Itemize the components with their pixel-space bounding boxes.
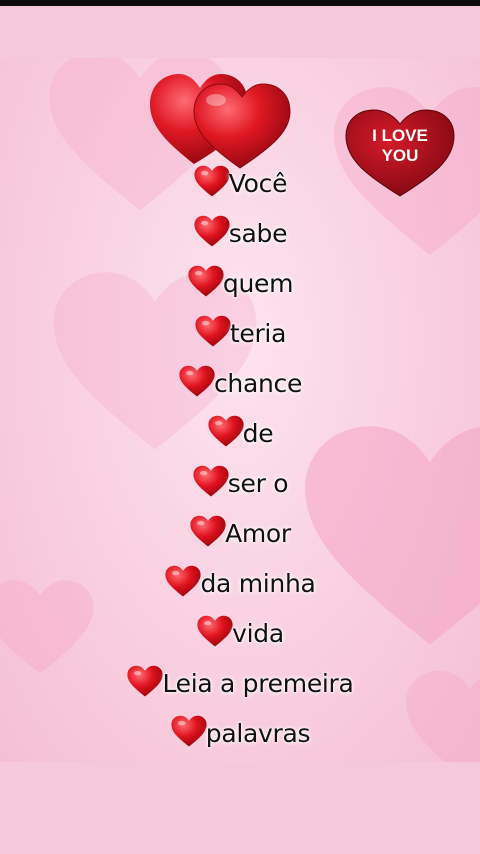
word-row: Amor bbox=[0, 508, 480, 558]
red-heart-icon bbox=[170, 715, 207, 752]
word-row: palavras bbox=[0, 708, 480, 758]
red-heart-icon bbox=[126, 665, 164, 702]
badge-line-1: I LOVE bbox=[372, 126, 428, 145]
word-text: teria bbox=[229, 318, 287, 348]
word-text: Amor bbox=[225, 518, 291, 548]
word-text: ser o bbox=[227, 468, 289, 498]
red-heart-icon bbox=[194, 315, 231, 352]
word-text: chance bbox=[213, 368, 303, 398]
word-row: quem bbox=[0, 258, 480, 308]
word-text: Leia a premeira bbox=[162, 668, 354, 698]
red-heart-icon bbox=[192, 465, 229, 502]
video-frame: I LOVE YOU Você sabe quem teria chance de ser … bbox=[0, 58, 480, 762]
top-pink-band bbox=[0, 6, 480, 58]
word-text: Você bbox=[228, 168, 288, 198]
word-text: da minha bbox=[200, 568, 316, 598]
red-heart-icon bbox=[207, 415, 244, 452]
red-heart-icon bbox=[193, 215, 230, 252]
word-row: teria bbox=[0, 308, 480, 358]
red-heart-icon bbox=[193, 165, 230, 202]
word-text: quem bbox=[222, 268, 294, 298]
red-heart-icon bbox=[196, 615, 233, 652]
red-heart-icon bbox=[178, 365, 215, 402]
word-text: de bbox=[242, 418, 274, 448]
red-heart-icon bbox=[187, 265, 224, 302]
word-row: chance bbox=[0, 358, 480, 408]
word-row: de bbox=[0, 408, 480, 458]
red-heart-icon bbox=[189, 515, 226, 552]
word-text: vida bbox=[232, 618, 284, 648]
word-row: da minha bbox=[0, 558, 480, 608]
red-heart-icon bbox=[164, 565, 202, 602]
word-row: Você bbox=[0, 158, 480, 208]
word-row: ser o bbox=[0, 458, 480, 508]
word-row: sabe bbox=[0, 208, 480, 258]
bottom-pink-band bbox=[0, 762, 480, 854]
word-row: vida bbox=[0, 608, 480, 658]
word-text: palavras bbox=[205, 718, 311, 748]
word-text: sabe bbox=[228, 218, 288, 248]
word-row: Leia a premeira bbox=[0, 658, 480, 708]
